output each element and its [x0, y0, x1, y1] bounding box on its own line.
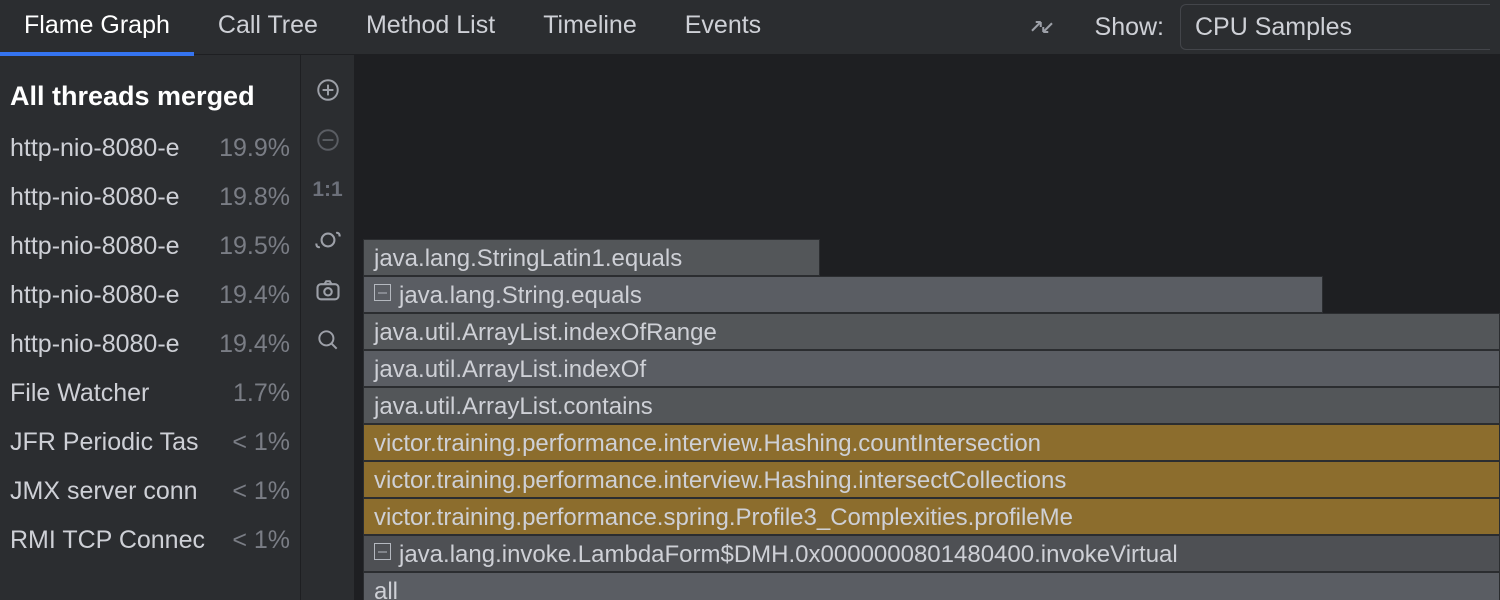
flame-frame[interactable]: java.util.ArrayList.contains: [363, 387, 1500, 424]
zoom-out-icon: [311, 123, 345, 157]
show-label: Show:: [1095, 13, 1164, 42]
flame-frame-label: java.util.ArrayList.indexOf: [374, 356, 646, 383]
flame-frame[interactable]: java.lang.StringLatin1.equals: [363, 239, 820, 276]
thread-row[interactable]: JMX server conn < 1%: [0, 467, 300, 516]
flame-frame[interactable]: java.util.ArrayList.indexOf: [363, 350, 1500, 387]
thread-pct: 19.4%: [219, 281, 290, 310]
tabbar: Flame Graph Call Tree Method List Timeli…: [0, 0, 1500, 55]
search-icon[interactable]: [311, 323, 345, 357]
flame-frame[interactable]: all: [363, 572, 1500, 600]
flame-frame[interactable]: java.util.ArrayList.indexOfRange: [363, 313, 1500, 350]
thread-row[interactable]: http-nio-8080-e 19.4%: [0, 271, 300, 320]
flame-frame[interactable]: java.lang.invoke.LambdaForm$DMH.0x000000…: [363, 535, 1500, 572]
flame-toolbar: 1:1: [300, 55, 355, 600]
screenshot-icon[interactable]: [311, 273, 345, 307]
flame-frame-label: java.util.ArrayList.contains: [374, 393, 653, 420]
thread-name: http-nio-8080-e: [10, 183, 180, 212]
collapse-icon[interactable]: [374, 284, 391, 301]
thread-name: JMX server conn: [10, 477, 198, 506]
flame-frame[interactable]: victor.training.performance.spring.Profi…: [363, 498, 1500, 535]
threads-title[interactable]: All threads merged: [0, 69, 300, 124]
tab-call-tree[interactable]: Call Tree: [194, 0, 342, 55]
thread-pct: < 1%: [232, 526, 290, 555]
show-select-value: CPU Samples: [1195, 13, 1352, 42]
tab-flame-graph[interactable]: Flame Graph: [0, 0, 194, 55]
flame-frame-label: victor.training.performance.interview.Ha…: [374, 467, 1066, 494]
thread-row[interactable]: http-nio-8080-e 19.4%: [0, 320, 300, 369]
flame-frame[interactable]: victor.training.performance.interview.Ha…: [363, 424, 1500, 461]
thread-pct: 1.7%: [233, 379, 290, 408]
thread-row[interactable]: http-nio-8080-e 19.8%: [0, 173, 300, 222]
thread-pct: 19.4%: [219, 330, 290, 359]
flame-frame-label: java.lang.StringLatin1.equals: [374, 245, 682, 272]
thread-pct: 19.8%: [219, 183, 290, 212]
flame-frame-label: java.util.ArrayList.indexOfRange: [374, 319, 717, 346]
flame-frame-label: all: [374, 578, 398, 600]
flame-frame-label: victor.training.performance.spring.Profi…: [374, 504, 1073, 531]
thread-name: http-nio-8080-e: [10, 134, 180, 163]
zoom-in-icon[interactable]: [311, 73, 345, 107]
threads-panel: All threads merged http-nio-8080-e 19.9%…: [0, 55, 300, 600]
flame-frame[interactable]: java.lang.String.equals: [363, 276, 1323, 313]
actual-size-button[interactable]: 1:1: [312, 173, 342, 207]
collapse-icon[interactable]: [374, 543, 391, 560]
flame-frame-label: victor.training.performance.interview.Ha…: [374, 430, 1041, 457]
thread-row[interactable]: http-nio-8080-e 19.9%: [0, 124, 300, 173]
thread-pct: < 1%: [232, 428, 290, 457]
tab-timeline[interactable]: Timeline: [519, 0, 661, 55]
flame-frame-label: java.lang.invoke.LambdaForm$DMH.0x000000…: [399, 541, 1178, 568]
flame-frame[interactable]: victor.training.performance.interview.Ha…: [363, 461, 1500, 498]
flame-frame-label: java.lang.String.equals: [399, 282, 642, 309]
thread-row[interactable]: File Watcher 1.7%: [0, 369, 300, 418]
thread-name: http-nio-8080-e: [10, 330, 180, 359]
thread-name: http-nio-8080-e: [10, 281, 180, 310]
thread-name: http-nio-8080-e: [10, 232, 180, 261]
thread-row[interactable]: JFR Periodic Tas < 1%: [0, 418, 300, 467]
thread-name: RMI TCP Connec: [10, 526, 205, 555]
presentation-icon[interactable]: [311, 223, 345, 257]
thread-row[interactable]: http-nio-8080-e 19.5%: [0, 222, 300, 271]
thread-name: File Watcher: [10, 379, 149, 408]
flame-graph-canvas[interactable]: java.lang.StringLatin1.equals java.lang.S…: [355, 55, 1500, 600]
thread-pct: < 1%: [232, 477, 290, 506]
thread-pct: 19.9%: [219, 134, 290, 163]
focus-method-icon[interactable]: [1023, 8, 1061, 46]
thread-pct: 19.5%: [219, 232, 290, 261]
thread-name: JFR Periodic Tas: [10, 428, 199, 457]
show-select[interactable]: CPU Samples: [1180, 4, 1490, 50]
thread-row[interactable]: RMI TCP Connec < 1%: [0, 516, 300, 565]
tab-events[interactable]: Events: [661, 0, 785, 55]
tab-method-list[interactable]: Method List: [342, 0, 519, 55]
